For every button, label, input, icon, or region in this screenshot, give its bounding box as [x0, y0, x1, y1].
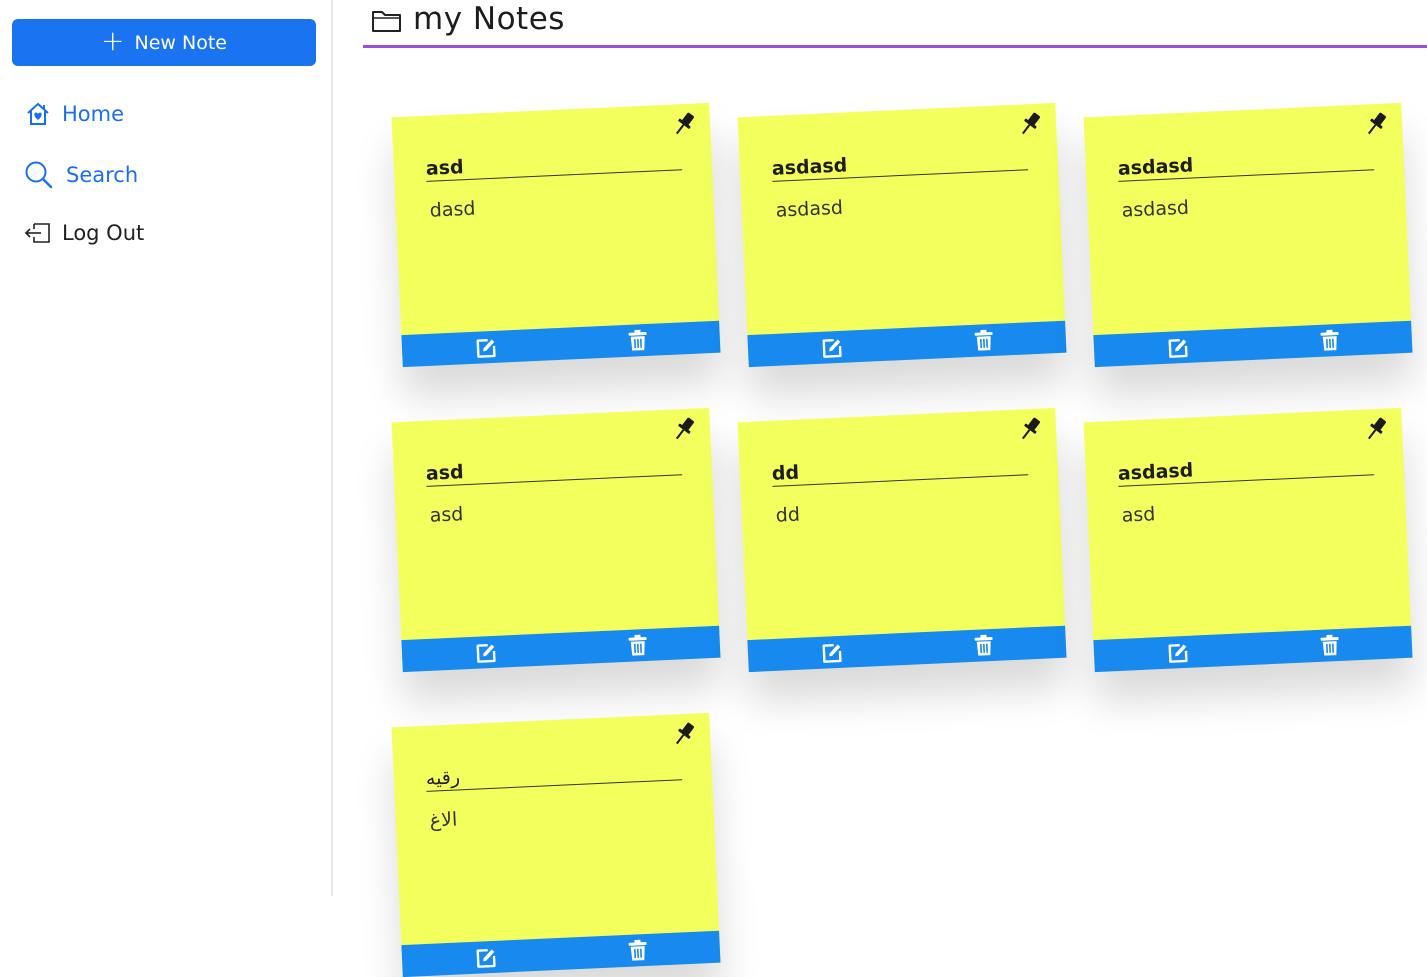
pushpin-icon[interactable]	[1015, 109, 1044, 138]
search-icon	[24, 160, 56, 190]
note-title: asd	[425, 146, 682, 182]
edit-icon[interactable]	[475, 947, 498, 970]
note-actions-bar	[1093, 626, 1412, 672]
home-heart-icon	[24, 100, 52, 128]
trash-icon[interactable]	[973, 329, 994, 352]
nav-logout-label: Log Out	[62, 221, 144, 245]
edit-icon[interactable]	[821, 642, 844, 665]
note-title: dd	[771, 451, 1028, 487]
note-card: dd dd	[737, 408, 1066, 672]
note-card: asd dasd	[391, 103, 720, 367]
edit-icon[interactable]	[1167, 337, 1190, 360]
nav-search-label: Search	[66, 163, 138, 187]
note-body: dd	[775, 504, 800, 527]
nav-search[interactable]: Search	[24, 160, 138, 190]
page-title: my Notes	[413, 1, 565, 37]
pushpin-icon[interactable]	[669, 414, 698, 443]
note-card: رقيه الاغ	[391, 713, 720, 977]
trash-icon[interactable]	[1319, 329, 1340, 352]
trash-icon[interactable]	[1319, 634, 1340, 657]
note-actions-bar	[401, 321, 720, 367]
note-body: asd	[1121, 503, 1156, 527]
folder-icon	[371, 8, 403, 34]
edit-icon[interactable]	[475, 642, 498, 665]
pushpin-icon[interactable]	[1015, 414, 1044, 443]
note-body: asdasd	[775, 197, 843, 222]
note-actions-bar	[747, 321, 1066, 367]
note-title: رقيه	[425, 756, 682, 792]
nav-home[interactable]: Home	[24, 100, 124, 128]
note-card: asdasd asdasd	[737, 103, 1066, 367]
nav-home-label: Home	[62, 102, 124, 126]
pushpin-icon[interactable]	[1361, 414, 1390, 443]
pushpin-icon[interactable]	[1361, 109, 1390, 138]
trash-icon[interactable]	[627, 634, 648, 657]
note-actions-bar	[1093, 321, 1412, 367]
note-actions-bar	[401, 626, 720, 672]
note-body: asd	[429, 503, 464, 527]
pushpin-icon[interactable]	[669, 719, 698, 748]
note-body: asdasd	[1121, 197, 1189, 222]
note-title: asd	[425, 451, 682, 487]
plus-icon: +	[101, 27, 124, 55]
note-title: asdasd	[1117, 451, 1374, 487]
sidebar: + New Note Home Search Log Out	[0, 0, 333, 896]
note-actions-bar	[401, 931, 720, 977]
new-note-label: New Note	[135, 32, 227, 54]
note-title: asdasd	[1117, 146, 1374, 182]
note-body: الاغ	[429, 808, 457, 831]
trash-icon[interactable]	[627, 329, 648, 352]
trash-icon[interactable]	[627, 939, 648, 962]
note-card: asdasd asd	[1083, 408, 1412, 672]
note-body: dasd	[429, 198, 476, 222]
new-note-button[interactable]: + New Note	[12, 19, 316, 66]
pushpin-icon[interactable]	[669, 109, 698, 138]
note-title: asdasd	[771, 146, 1028, 182]
edit-icon[interactable]	[475, 337, 498, 360]
trash-icon[interactable]	[973, 634, 994, 657]
page-header: my Notes	[363, 0, 1427, 48]
edit-icon[interactable]	[1167, 642, 1190, 665]
note-card: asdasd asdasd	[1083, 103, 1412, 367]
note-card: asd asd	[391, 408, 720, 672]
edit-icon[interactable]	[821, 337, 844, 360]
logout-icon	[24, 220, 52, 246]
note-actions-bar	[747, 626, 1066, 672]
nav-logout[interactable]: Log Out	[24, 220, 144, 246]
